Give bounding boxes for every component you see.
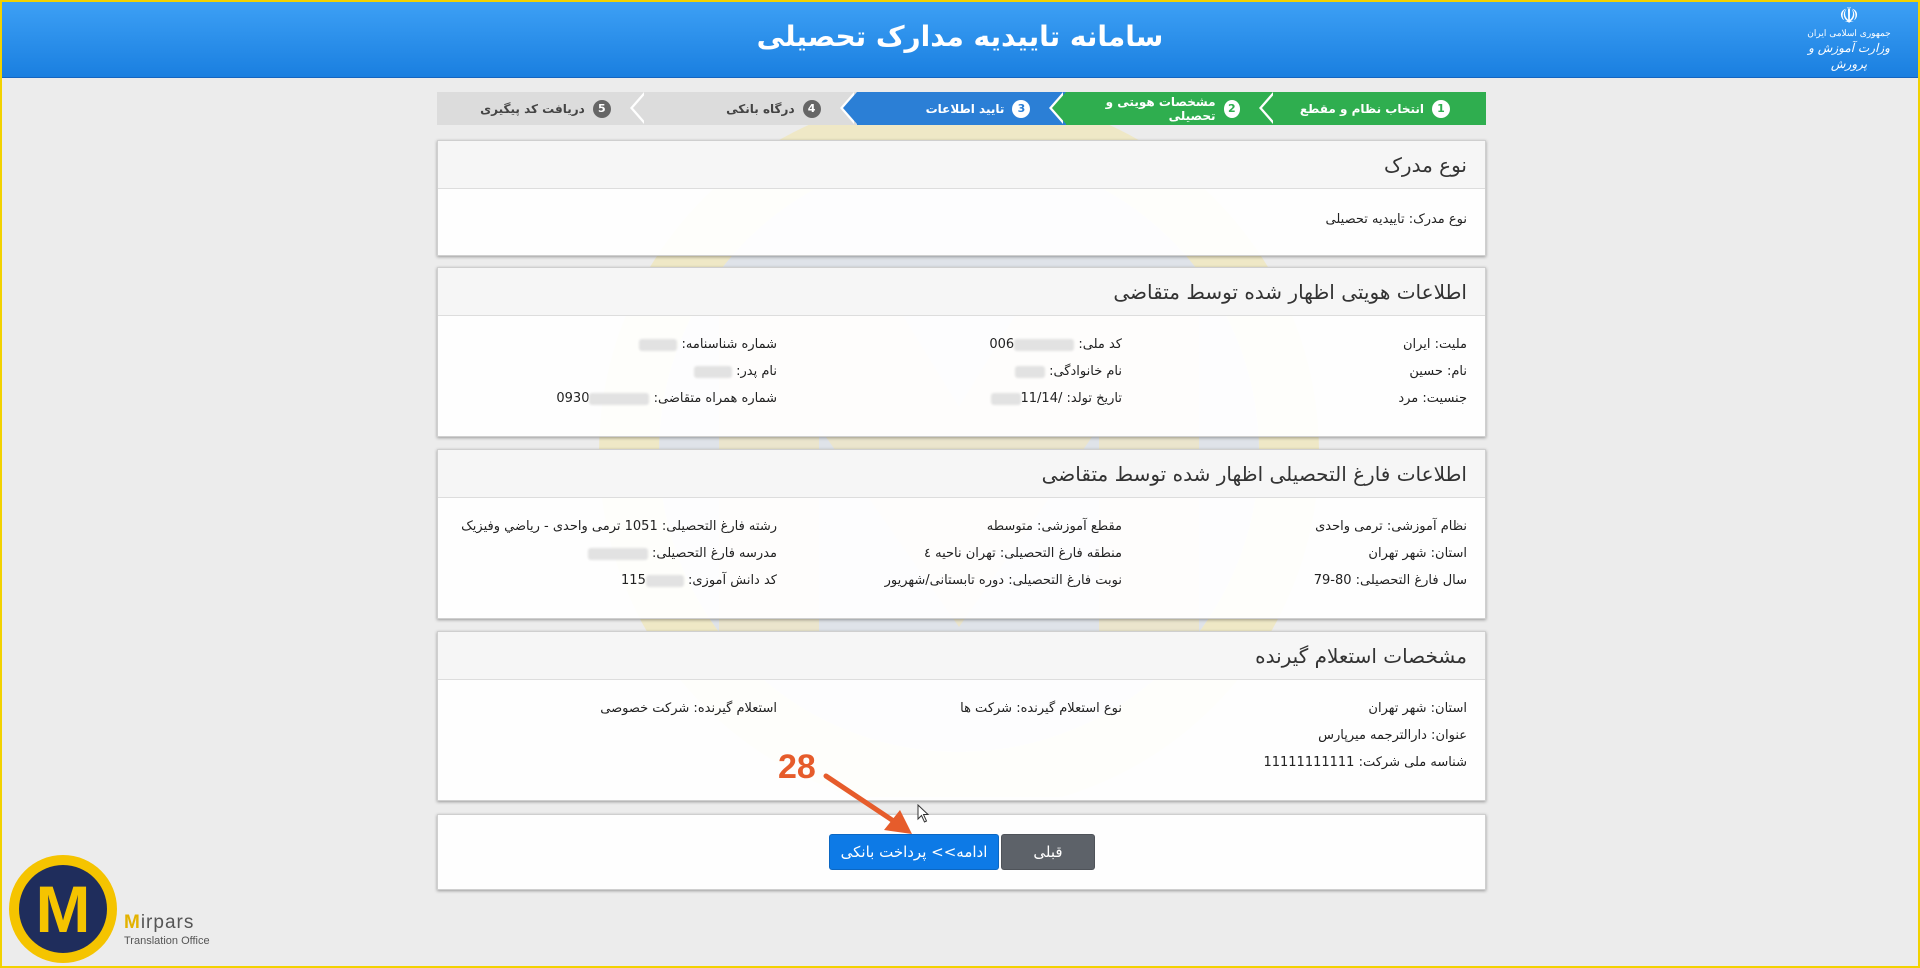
first-name-field: نام: حسین [1409, 364, 1467, 379]
id-number-field: شماره شناسنامه: [457, 336, 777, 354]
step-number: 5 [592, 99, 611, 118]
mobile-value: 0930 [556, 391, 590, 406]
wizard-step-1: 1 انتخاب نظام و مقطع [1259, 92, 1486, 125]
edu-level-field: مقطع آموزشی: متوسطه [986, 519, 1122, 534]
brand-name-rest: irpars [140, 912, 195, 933]
national-code-field: کد ملی: 006 [777, 336, 1122, 354]
step-number: 4 [802, 99, 821, 118]
inquirer-type-field: نوع استعلام گیرنده: شرکت ها [960, 701, 1122, 716]
mirpars-logo: M [9, 855, 117, 963]
step-label: دریافت کد پیگیری [480, 101, 585, 116]
logo-letter: M [36, 872, 91, 946]
redacted-value [645, 574, 684, 587]
panel-title: اطلاعات هویتی اظهار شده توسط متقاضی [438, 268, 1485, 316]
brand-subtitle: Translation Office [124, 935, 210, 947]
step-number: 2 [1223, 99, 1241, 118]
inquirer-name-field: عنوان: دارالترجمه میرپارس [1318, 728, 1467, 743]
annotation-arrow-icon [823, 773, 912, 834]
brand-name: Mirpars [124, 912, 210, 934]
student-code-label: کد دانش آموزی: [688, 573, 777, 588]
redacted-value [639, 338, 678, 351]
birth-date-label: تاریخ تولد: [1066, 391, 1123, 406]
redacted-value [990, 392, 1021, 405]
father-name-label: نام پدر: [736, 364, 777, 379]
inquirer-panel: مشخصات استعلام گیرنده استان: شهر تهران ن… [437, 631, 1486, 801]
last-name-label: نام خانوادگی: [1049, 364, 1122, 379]
national-code-label: کد ملی: [1078, 337, 1122, 352]
redacted-value [589, 392, 650, 405]
birth-date-field: تاریخ تولد: /11/14 [777, 390, 1122, 408]
identity-panel: اطلاعات هویتی اظهار شده توسط متقاضی ملیت… [437, 267, 1486, 437]
panel-title: نوع مدرک [438, 141, 1485, 189]
wizard-step-4: 4 درگاه بانکی [629, 92, 857, 125]
grad-turn-field: نوبت فارغ التحصیلی: دوره تابستانی/شهریور [884, 573, 1122, 588]
step-label: تایید اطلاعات [925, 101, 1005, 116]
page-title: سامانه تاییدیه مدارک تحصیلی [756, 20, 1164, 53]
step-label: درگاه بانکی [726, 101, 795, 116]
school-field: مدرسه فارغ التحصیلی: [457, 545, 777, 563]
prev-button[interactable]: قبلی [1001, 834, 1095, 870]
inquirer-field: استعلام گیرنده: شرکت خصوصی [600, 701, 777, 716]
field-of-study-field: رشته فارغ التحصیلی: 1051 ترمی واحدی - ري… [461, 519, 777, 534]
mouse-cursor-icon [917, 804, 930, 823]
wizard-step-3: 3 تایید اطلاعات [839, 92, 1067, 125]
id-number-label: شماره شناسنامه: [681, 337, 777, 352]
doc-type-field: نوع مدرک: تاییدیه تحصیلی [1325, 212, 1467, 227]
inquirer-province-field: استان: شهر تهران [1368, 701, 1467, 716]
graduation-panel: اطلاعات فارغ التحصیلی اظهار شده توسط متق… [437, 449, 1486, 619]
company-id-field: شناسه ملی شرکت: 11111111111 [1263, 755, 1467, 770]
mobile-field: شماره همراه متقاضی: 0930 [457, 390, 777, 408]
redacted-value [693, 365, 732, 378]
app-header: سامانه تاییدیه مدارک تحصیلی ☫ جمهوری اسل… [2, 2, 1918, 78]
national-code-value: 006 [989, 337, 1015, 352]
redacted-value [587, 547, 648, 560]
redacted-value [1014, 338, 1075, 351]
emblem-icon: ☫ [1839, 4, 1859, 29]
doc-type-panel: نوع مدرک نوع مدرک: تاییدیه تحصیلی [437, 140, 1486, 256]
nationality-field: ملیت: ایران [1402, 337, 1467, 352]
grad-year-field: سال فارغ التحصیلی: 80-79 [1313, 573, 1467, 588]
brand-text: Mirpars Translation Office [124, 912, 210, 947]
edu-system-field: نظام آموزشی: ترمی واحدی [1315, 519, 1467, 534]
region-field: منطقه فارغ التحصیلی: تهران ناحیه ٤ [923, 546, 1122, 561]
student-code-field: کد دانش آموزی: 115 [457, 572, 777, 590]
gender-field: جنسیت: مرد [1398, 391, 1467, 406]
panel-title: اطلاعات فارغ التحصیلی اظهار شده توسط متق… [438, 450, 1485, 498]
step-number: 1 [1432, 99, 1450, 118]
birth-date-value: /11/14 [1020, 391, 1063, 406]
redacted-value [1014, 365, 1045, 378]
ministry-logo: ☫ جمهوری اسلامی ایران وزارت آموزش و پرور… [1794, 6, 1904, 72]
student-code-value: 115 [621, 573, 646, 588]
school-label: مدرسه فارغ التحصیلی: [651, 546, 777, 561]
step-number: 3 [1012, 99, 1031, 118]
step-label: انتخاب نظام و مقطع [1299, 101, 1424, 116]
step-label: مشخصات هویتی و تحصیلی [1105, 94, 1216, 123]
annotation-number: 28 [778, 748, 816, 786]
panel-title: مشخصات استعلام گیرنده [438, 632, 1485, 680]
wizard-step-5: 5 دریافت کد پیگیری [437, 92, 647, 125]
mobile-label: شماره همراه متقاضی: [653, 391, 777, 406]
ministry-line2: وزارت آموزش و پرورش [1808, 41, 1890, 71]
father-name-field: نام پدر: [457, 363, 777, 381]
wizard-steps: 1 انتخاب نظام و مقطع 2 مشخصات هویتی و تح… [437, 92, 1486, 125]
wizard-step-2: 2 مشخصات هویتی و تحصیلی [1049, 92, 1277, 125]
province-field: استان: شهر تهران [1368, 546, 1467, 561]
brand-name-first: M [124, 912, 141, 933]
last-name-field: نام خانوادگی: [777, 363, 1122, 381]
ministry-line1: جمهوری اسلامی ایران [1807, 29, 1891, 39]
